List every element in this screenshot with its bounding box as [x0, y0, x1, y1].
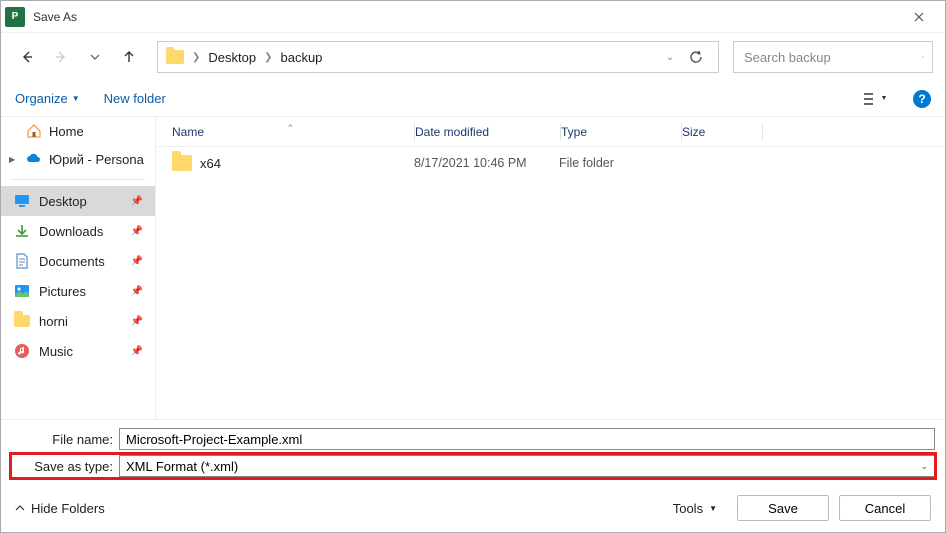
help-button[interactable]: ? [913, 90, 931, 108]
savetype-label: Save as type: [11, 459, 119, 474]
recent-dropdown[interactable] [81, 43, 109, 71]
view-options-button[interactable]: ▼ [861, 85, 889, 113]
sort-indicator-icon: ⌃ [286, 123, 294, 134]
column-date[interactable]: Date modified [415, 125, 560, 139]
organize-label: Organize [15, 91, 68, 106]
search-input[interactable] [742, 49, 922, 66]
separator [11, 179, 145, 180]
sidebar-item-documents[interactable]: Documents 📌 [1, 246, 155, 276]
pin-icon: 📌 [131, 286, 143, 297]
sidebar-item-music[interactable]: Music 📌 [1, 336, 155, 366]
pin-icon: 📌 [131, 316, 143, 327]
sidebar-item-label: Desktop [39, 194, 87, 209]
chevron-down-icon: ⌄ [920, 461, 928, 472]
pin-icon: 📌 [131, 196, 143, 207]
tree-onedrive[interactable]: ▶ Юрий - Persona [1, 145, 155, 173]
tools-menu[interactable]: Tools ▼ [673, 501, 717, 516]
filename-label: File name: [11, 432, 119, 447]
address-bar[interactable]: ❯ Desktop ❯ backup ⌄ [157, 41, 719, 73]
sidebar: Home ▶ Юрий - Persona Desktop 📌 Download… [1, 117, 156, 419]
tree-home[interactable]: Home [1, 117, 155, 145]
home-icon [25, 122, 43, 140]
chevron-down-icon[interactable]: ⌄ [666, 52, 674, 63]
refresh-button[interactable] [682, 43, 710, 71]
folder-icon [166, 50, 184, 64]
chevron-down-icon: ▼ [709, 504, 717, 513]
new-folder-button[interactable]: New folder [104, 91, 166, 106]
save-button[interactable]: Save [737, 495, 829, 521]
title-bar: P Save As [1, 1, 945, 33]
footer: Hide Folders Tools ▼ Save Cancel [1, 484, 945, 532]
music-icon [13, 342, 31, 360]
up-button[interactable] [115, 43, 143, 71]
cloud-icon [25, 150, 43, 168]
pin-icon: 📌 [131, 346, 143, 357]
file-date: 8/17/2021 10:46 PM [414, 156, 559, 170]
file-name: x64 [200, 156, 221, 171]
breadcrumb-part[interactable]: Desktop [208, 50, 256, 65]
pin-icon: 📌 [131, 256, 143, 267]
desktop-icon [13, 192, 31, 210]
column-type[interactable]: Type [561, 125, 681, 139]
sidebar-item-pictures[interactable]: Pictures 📌 [1, 276, 155, 306]
sidebar-item-label: horni [39, 314, 68, 329]
sidebar-item-downloads[interactable]: Downloads 📌 [1, 216, 155, 246]
savetype-value: XML Format (*.xml) [126, 459, 920, 474]
folder-icon [13, 312, 31, 330]
chevron-right-icon[interactable]: ▶ [9, 155, 19, 164]
filename-row: File name: [11, 428, 935, 450]
chevron-up-icon [15, 505, 25, 511]
cancel-button[interactable]: Cancel [839, 495, 931, 521]
file-list-area: Name ⌃ Date modified Type Size x64 8/17/… [156, 117, 945, 419]
main-area: Home ▶ Юрий - Persona Desktop 📌 Download… [1, 117, 945, 419]
close-button[interactable] [897, 1, 941, 33]
savetype-row: Save as type: XML Format (*.xml) ⌄ [11, 454, 935, 478]
forward-button[interactable] [47, 43, 75, 71]
search-box[interactable] [733, 41, 933, 73]
tree-onedrive-label: Юрий - Persona [49, 152, 144, 167]
sidebar-item-horni[interactable]: horni 📌 [1, 306, 155, 336]
window-title: Save As [33, 10, 77, 24]
app-icon: P [5, 7, 25, 27]
file-row[interactable]: x64 8/17/2021 10:46 PM File folder [156, 147, 945, 179]
download-icon [13, 222, 31, 240]
column-headers: Name ⌃ Date modified Type Size [156, 117, 945, 147]
savetype-select[interactable]: XML Format (*.xml) ⌄ [119, 455, 935, 477]
breadcrumb-part[interactable]: backup [280, 50, 322, 65]
pin-icon: 📌 [131, 226, 143, 237]
sidebar-item-label: Pictures [39, 284, 86, 299]
file-rows: x64 8/17/2021 10:46 PM File folder [156, 147, 945, 419]
organize-menu[interactable]: Organize ▼ [15, 91, 80, 106]
search-icon [922, 50, 924, 64]
sidebar-item-desktop[interactable]: Desktop 📌 [1, 186, 155, 216]
toolbar: Organize ▼ New folder ▼ ? [1, 81, 945, 117]
sidebar-item-label: Downloads [39, 224, 103, 239]
filename-input[interactable] [119, 428, 935, 450]
hide-folders-button[interactable]: Hide Folders [15, 501, 105, 516]
sidebar-item-label: Documents [39, 254, 105, 269]
tree-home-label: Home [49, 124, 84, 139]
folder-icon [172, 155, 192, 171]
nav-row: ❯ Desktop ❯ backup ⌄ [1, 33, 945, 81]
document-icon [13, 252, 31, 270]
sidebar-item-label: Music [39, 344, 73, 359]
column-size[interactable]: Size [682, 125, 762, 139]
back-button[interactable] [13, 43, 41, 71]
pictures-icon [13, 282, 31, 300]
chevron-down-icon: ▼ [881, 95, 888, 102]
file-type: File folder [559, 156, 679, 170]
save-form: File name: Save as type: XML Format (*.x… [1, 419, 945, 484]
chevron-down-icon: ▼ [72, 94, 80, 103]
chevron-right-icon: ❯ [192, 52, 200, 63]
column-name[interactable]: Name ⌃ [164, 125, 414, 139]
chevron-right-icon: ❯ [264, 52, 272, 63]
